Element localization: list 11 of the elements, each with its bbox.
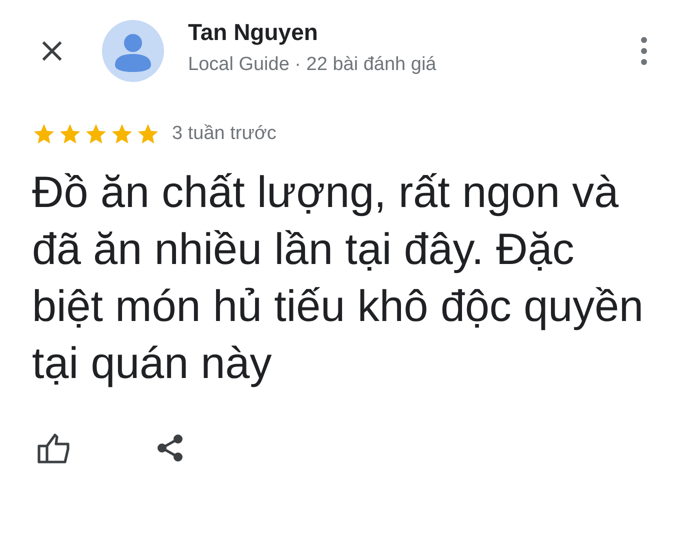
reviewer-subtitle: Local Guide · 22 bài đánh giá (188, 54, 438, 76)
reviewer-name: Tan Nguyen (188, 18, 319, 46)
star-icon (58, 122, 82, 146)
review-text: Đồ ăn chất lượng, rất ngon và đã ăn nhiều lần tại đây. Đặc biệt món hủ tiếu khô độc quyền tại quán này (32, 167, 645, 390)
star-icon (84, 122, 108, 146)
avatar-icon (102, 20, 164, 82)
star-icon (136, 122, 160, 146)
star-icon (32, 122, 56, 146)
star-icon (110, 122, 134, 146)
more-vertical-icon (640, 36, 648, 66)
review-time: 3 tuần trước (172, 123, 276, 145)
